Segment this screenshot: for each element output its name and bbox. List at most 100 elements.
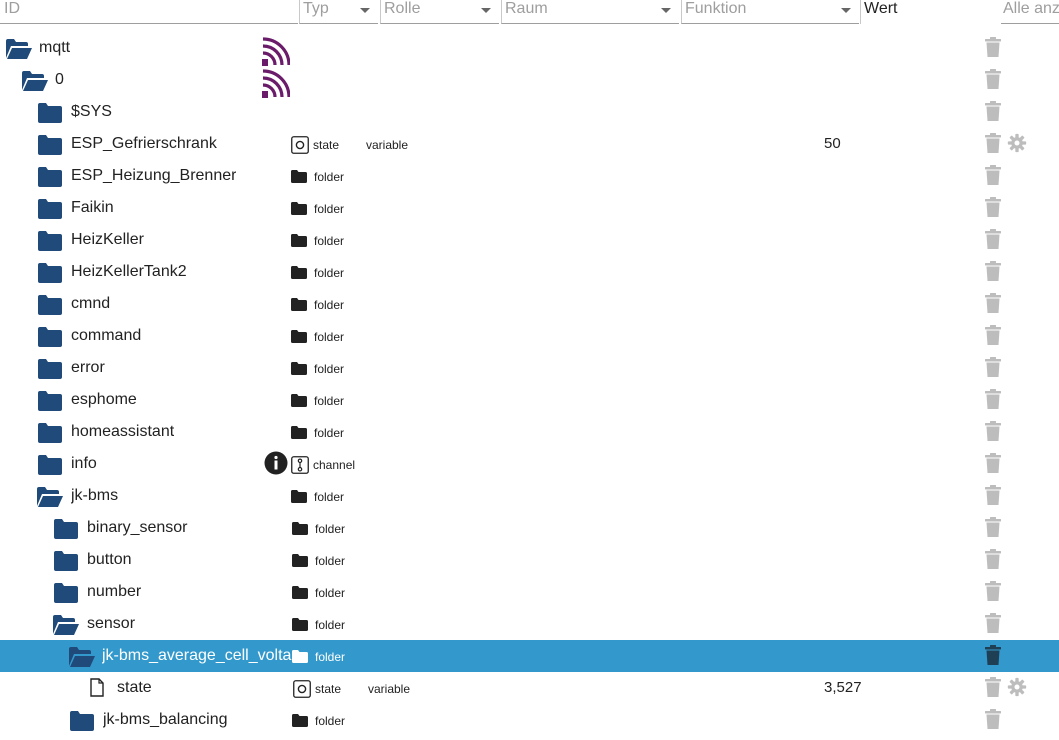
tree-row-state[interactable]: state state variable 3,527: [0, 672, 1059, 704]
filter-bar: ID Typ Rolle Raum Funktion Wert Alle anz: [0, 0, 1059, 26]
tree-row-sensor[interactable]: sensor folder: [0, 608, 1059, 640]
tree-row-button[interactable]: button folder: [0, 544, 1059, 576]
tree-row-command[interactable]: command folder: [0, 320, 1059, 352]
trash-icon[interactable]: [985, 517, 1001, 537]
trash-icon[interactable]: [985, 549, 1001, 569]
folder-closed-icon[interactable]: [38, 327, 62, 347]
trash-icon[interactable]: [985, 677, 1001, 697]
folder-open-icon[interactable]: [69, 647, 95, 667]
value-label[interactable]: 50: [824, 135, 841, 152]
type-label: folder: [314, 394, 345, 408]
folder-closed-icon[interactable]: [38, 359, 62, 379]
trash-icon[interactable]: [985, 101, 1001, 121]
info-icon[interactable]: [264, 451, 288, 475]
alle-filter-select[interactable]: Alle anz: [1001, 0, 1059, 24]
folder-closed-icon[interactable]: [54, 583, 78, 603]
typ-filter-label: Typ: [303, 0, 329, 17]
trash-icon[interactable]: [985, 293, 1001, 313]
gear-icon[interactable]: [1007, 133, 1027, 153]
folder-closed-icon[interactable]: [70, 711, 94, 731]
trash-icon[interactable]: [985, 133, 1001, 153]
tree-row-esphome[interactable]: esphome folder: [0, 384, 1059, 416]
type-label: folder: [314, 170, 345, 184]
row-name: $SYS: [71, 103, 112, 120]
tree-row-error[interactable]: error folder: [0, 352, 1059, 384]
trash-icon[interactable]: [985, 389, 1001, 409]
trash-icon[interactable]: [985, 229, 1001, 249]
row-name: homeassistant: [71, 423, 175, 440]
tree-row-binary-sensor[interactable]: binary_sensor folder: [0, 512, 1059, 544]
value-label[interactable]: 3,527: [824, 679, 862, 696]
row-name: HeizKellerTank2: [71, 263, 187, 280]
trash-icon[interactable]: [985, 357, 1001, 377]
trash-icon[interactable]: [985, 421, 1001, 441]
rolle-filter-label: Rolle: [384, 0, 421, 17]
tree-row-jk-bms[interactable]: jk-bms folder: [0, 480, 1059, 512]
trash-icon[interactable]: [985, 453, 1001, 473]
trash-icon[interactable]: [985, 69, 1001, 89]
type-label: folder: [314, 490, 345, 504]
folder-closed-icon[interactable]: [38, 263, 62, 283]
trash-icon[interactable]: [985, 261, 1001, 281]
trash-icon[interactable]: [985, 37, 1001, 57]
type-label: folder: [315, 522, 346, 536]
folder-closed-icon[interactable]: [54, 551, 78, 571]
folder-closed-icon[interactable]: [38, 455, 62, 475]
folder-type-icon: [291, 298, 307, 311]
tree-row-heizkeller[interactable]: HeizKeller folder: [0, 224, 1059, 256]
folder-open-icon[interactable]: [22, 71, 48, 91]
trash-icon[interactable]: [985, 645, 1001, 665]
trash-icon[interactable]: [985, 485, 1001, 505]
folder-type-icon: [292, 522, 308, 535]
tree-row-heizkellertank2[interactable]: HeizKellerTank2 folder: [0, 256, 1059, 288]
tree-row-number[interactable]: number folder: [0, 576, 1059, 608]
trash-icon[interactable]: [985, 581, 1001, 601]
alle-filter-label: Alle anz: [1003, 0, 1059, 17]
folder-closed-icon[interactable]: [38, 199, 62, 219]
trash-icon[interactable]: [985, 613, 1001, 633]
funktion-filter-select[interactable]: Funktion: [681, 0, 859, 24]
folder-closed-icon[interactable]: [38, 391, 62, 411]
row-name: sensor: [87, 615, 136, 632]
folder-type-icon: [291, 490, 307, 503]
file-icon[interactable]: [90, 678, 104, 697]
id-filter-input[interactable]: ID: [0, 0, 298, 24]
folder-closed-icon[interactable]: [38, 423, 62, 443]
gear-icon[interactable]: [1007, 677, 1027, 697]
folder-open-icon[interactable]: [37, 487, 63, 507]
type-label: folder: [315, 650, 346, 664]
state-icon: [291, 136, 309, 154]
folder-closed-icon[interactable]: [38, 103, 62, 123]
type-label: state: [313, 138, 340, 152]
folder-closed-icon[interactable]: [38, 295, 62, 315]
folder-open-icon[interactable]: [53, 615, 79, 635]
trash-icon[interactable]: [985, 165, 1001, 185]
folder-type-icon: [291, 330, 307, 343]
tree-row-0[interactable]: 0: [0, 64, 1059, 96]
folder-type-icon: [291, 362, 307, 375]
tree-row-sys[interactable]: $SYS: [0, 96, 1059, 128]
folder-closed-icon[interactable]: [38, 231, 62, 251]
mqtt-adapter-logo-icon: [262, 34, 290, 66]
folder-closed-icon[interactable]: [38, 135, 62, 155]
rolle-filter-select[interactable]: Rolle: [380, 0, 499, 24]
tree-row-homeassistant[interactable]: homeassistant folder: [0, 416, 1059, 448]
tree-row-jk-bms-balancing[interactable]: jk-bms_balancing folder: [0, 704, 1059, 736]
tree-row-cmnd[interactable]: cmnd folder: [0, 288, 1059, 320]
chevron-down-icon: [360, 8, 370, 13]
folder-open-icon[interactable]: [6, 39, 32, 59]
tree-row-mqtt[interactable]: mqtt: [0, 32, 1059, 64]
folder-type-icon: [291, 426, 307, 439]
tree-row-esp-heizung-brenner[interactable]: ESP_Heizung_Brenner folder: [0, 160, 1059, 192]
trash-icon[interactable]: [985, 325, 1001, 345]
trash-icon[interactable]: [985, 709, 1001, 729]
tree-row-faikin[interactable]: Faikin folder: [0, 192, 1059, 224]
tree-row-info[interactable]: info channel: [0, 448, 1059, 480]
raum-filter-select[interactable]: Raum: [501, 0, 679, 24]
folder-closed-icon[interactable]: [38, 167, 62, 187]
folder-closed-icon[interactable]: [54, 519, 78, 539]
tree-row-esp-gefrierschrank[interactable]: ESP_Gefrierschrank state variable 50: [0, 128, 1059, 160]
tree-row-jk-bms-average-cell-voltage[interactable]: jk-bms_average_cell_voltag folder: [0, 640, 1059, 672]
typ-filter-select[interactable]: Typ: [299, 0, 378, 24]
trash-icon[interactable]: [985, 197, 1001, 217]
